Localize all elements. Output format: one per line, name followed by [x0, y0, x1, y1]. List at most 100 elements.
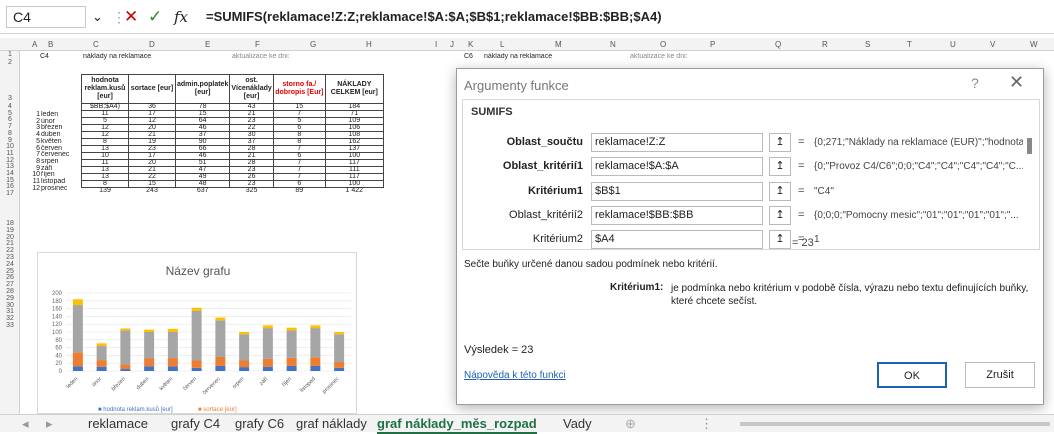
- column-header[interactable]: A: [32, 38, 37, 51]
- row-header[interactable]: 33: [0, 322, 20, 329]
- row-header[interactable]: 1: [0, 51, 20, 58]
- prev-sheet-icon[interactable]: ◂: [22, 416, 29, 432]
- scrollbar-thumb[interactable]: [1027, 138, 1032, 154]
- bar-segment[interactable]: [215, 356, 226, 366]
- total-cell[interactable]: 243: [129, 187, 176, 195]
- bar-segment[interactable]: [334, 367, 345, 371]
- row-header[interactable]: 3: [0, 95, 20, 102]
- collapse-dialog-icon[interactable]: ↥: [769, 133, 791, 152]
- column-header[interactable]: U: [950, 38, 956, 51]
- bar-segment[interactable]: [286, 357, 297, 366]
- argument-input[interactable]: reklamace!$BB:$BB: [591, 206, 763, 225]
- bar-segment[interactable]: [310, 357, 321, 366]
- tab-reklamace[interactable]: reklamace: [88, 416, 148, 432]
- cancel-icon[interactable]: ✕: [124, 6, 138, 28]
- bar-segment[interactable]: [120, 364, 131, 370]
- argument-input[interactable]: $A4: [591, 230, 763, 249]
- bar-segment[interactable]: [144, 329, 155, 332]
- cell-o1[interactable]: aktualizace ke dni:: [630, 53, 688, 61]
- tab-graf-naklady[interactable]: graf náklady: [296, 416, 367, 432]
- argument-input[interactable]: reklamace!Z:Z: [591, 133, 763, 152]
- bar-segment[interactable]: [286, 330, 297, 358]
- add-sheet-icon[interactable]: ⊕: [625, 416, 636, 432]
- column-header[interactable]: K: [468, 38, 473, 51]
- bar-segment[interactable]: [286, 365, 297, 371]
- bar-segment[interactable]: [72, 299, 83, 306]
- bar-segment[interactable]: [144, 358, 155, 367]
- bar-segment[interactable]: [334, 362, 345, 368]
- column-header[interactable]: P: [710, 38, 715, 51]
- collapse-dialog-icon[interactable]: ↥: [769, 206, 791, 225]
- column-header[interactable]: J: [450, 38, 454, 51]
- bar-segment[interactable]: [239, 332, 250, 335]
- column-header[interactable]: R: [822, 38, 828, 51]
- help-icon[interactable]: ?: [971, 75, 979, 91]
- header-cell[interactable]: ost. Vícenáklady [eur]: [229, 74, 274, 104]
- bar-segment[interactable]: [120, 328, 131, 331]
- month-cell[interactable]: prosinec: [41, 185, 67, 193]
- bar-segment[interactable]: [191, 307, 202, 311]
- bar-segment[interactable]: [167, 358, 178, 367]
- bar-segment[interactable]: [334, 332, 345, 335]
- insert-function-icon[interactable]: fx: [174, 6, 188, 28]
- ok-button[interactable]: OK: [877, 362, 947, 388]
- cell-e1[interactable]: aktualizace ke dni:: [232, 53, 290, 61]
- total-cell[interactable]: 1 422: [325, 187, 383, 195]
- column-header[interactable]: N: [610, 38, 616, 51]
- bar-segment[interactable]: [96, 360, 107, 367]
- next-sheet-icon[interactable]: ▸: [46, 416, 53, 432]
- bar-segment[interactable]: [262, 366, 273, 371]
- header-cell[interactable]: admin.poplatek [eur]: [174, 74, 231, 104]
- bar-segment[interactable]: [120, 369, 131, 371]
- cell-l1[interactable]: náklady na reklamace: [484, 53, 552, 61]
- cell-k1[interactable]: C6: [464, 53, 473, 61]
- cell-c1[interactable]: náklady na reklamace: [83, 53, 151, 61]
- chart[interactable]: Název grafu 0 20 40 60 80 100 120 140 160 180 200 le…: [37, 252, 357, 414]
- row-header[interactable]: 2: [0, 59, 20, 66]
- cell-b1[interactable]: C4: [40, 53, 49, 61]
- column-header[interactable]: B: [48, 38, 53, 51]
- close-icon[interactable]: ✕: [1009, 72, 1024, 93]
- bar-segment[interactable]: [144, 366, 155, 371]
- bar-segment[interactable]: [262, 328, 273, 359]
- bar-segment[interactable]: [262, 325, 273, 329]
- header-cell[interactable]: hodnota reklam.kusů [eur]: [81, 74, 129, 104]
- bar-segment[interactable]: [310, 325, 321, 329]
- bar-segment[interactable]: [239, 367, 250, 371]
- column-header[interactable]: L: [500, 38, 504, 51]
- total-cell[interactable]: 139: [82, 187, 129, 195]
- bar-segment[interactable]: [120, 330, 131, 365]
- column-header[interactable]: F: [255, 38, 260, 51]
- formula-input[interactable]: =SUMIFS(reklamace!Z:Z;reklamace!$A:$A;$B…: [206, 9, 662, 24]
- bar-segment[interactable]: [310, 365, 321, 371]
- total-cell[interactable]: 637: [176, 187, 230, 195]
- tabs-more-icon[interactable]: ⋮: [700, 416, 713, 432]
- column-header[interactable]: O: [660, 38, 666, 51]
- column-header[interactable]: I: [435, 38, 437, 51]
- bar-segment[interactable]: [167, 332, 178, 359]
- enter-icon[interactable]: ✓: [148, 6, 162, 28]
- collapse-dialog-icon[interactable]: ↥: [769, 157, 791, 176]
- bar-segment[interactable]: [310, 328, 321, 358]
- collapse-dialog-icon[interactable]: ↥: [769, 182, 791, 201]
- tab-graf-naklady-mes-rozpad[interactable]: graf náklady_měs_rozpad: [377, 416, 537, 434]
- bar-segment[interactable]: [215, 317, 226, 321]
- arguments-scrollbar[interactable]: [1026, 136, 1034, 244]
- header-cell[interactable]: sortace [eur]: [128, 74, 176, 104]
- column-header[interactable]: G: [310, 38, 316, 51]
- chevron-down-icon[interactable]: ⌄: [92, 6, 103, 28]
- column-header[interactable]: H: [366, 38, 372, 51]
- header-cell[interactable]: storno fa./ dobropis [Eur]: [272, 74, 326, 104]
- bar-segment[interactable]: [72, 305, 83, 353]
- bar-segment[interactable]: [96, 343, 107, 347]
- bar-segment[interactable]: [286, 327, 297, 331]
- argument-input[interactable]: reklamace!$A:$A: [591, 157, 763, 176]
- column-header[interactable]: C: [93, 38, 99, 51]
- bar-segment[interactable]: [167, 328, 178, 332]
- bar-segment[interactable]: [239, 360, 250, 368]
- column-header[interactable]: V: [990, 38, 995, 51]
- bar-segment[interactable]: [191, 360, 202, 368]
- help-link[interactable]: Nápověda k této funkci: [464, 370, 566, 381]
- bar-segment[interactable]: [96, 346, 107, 361]
- column-header[interactable]: D: [149, 38, 155, 51]
